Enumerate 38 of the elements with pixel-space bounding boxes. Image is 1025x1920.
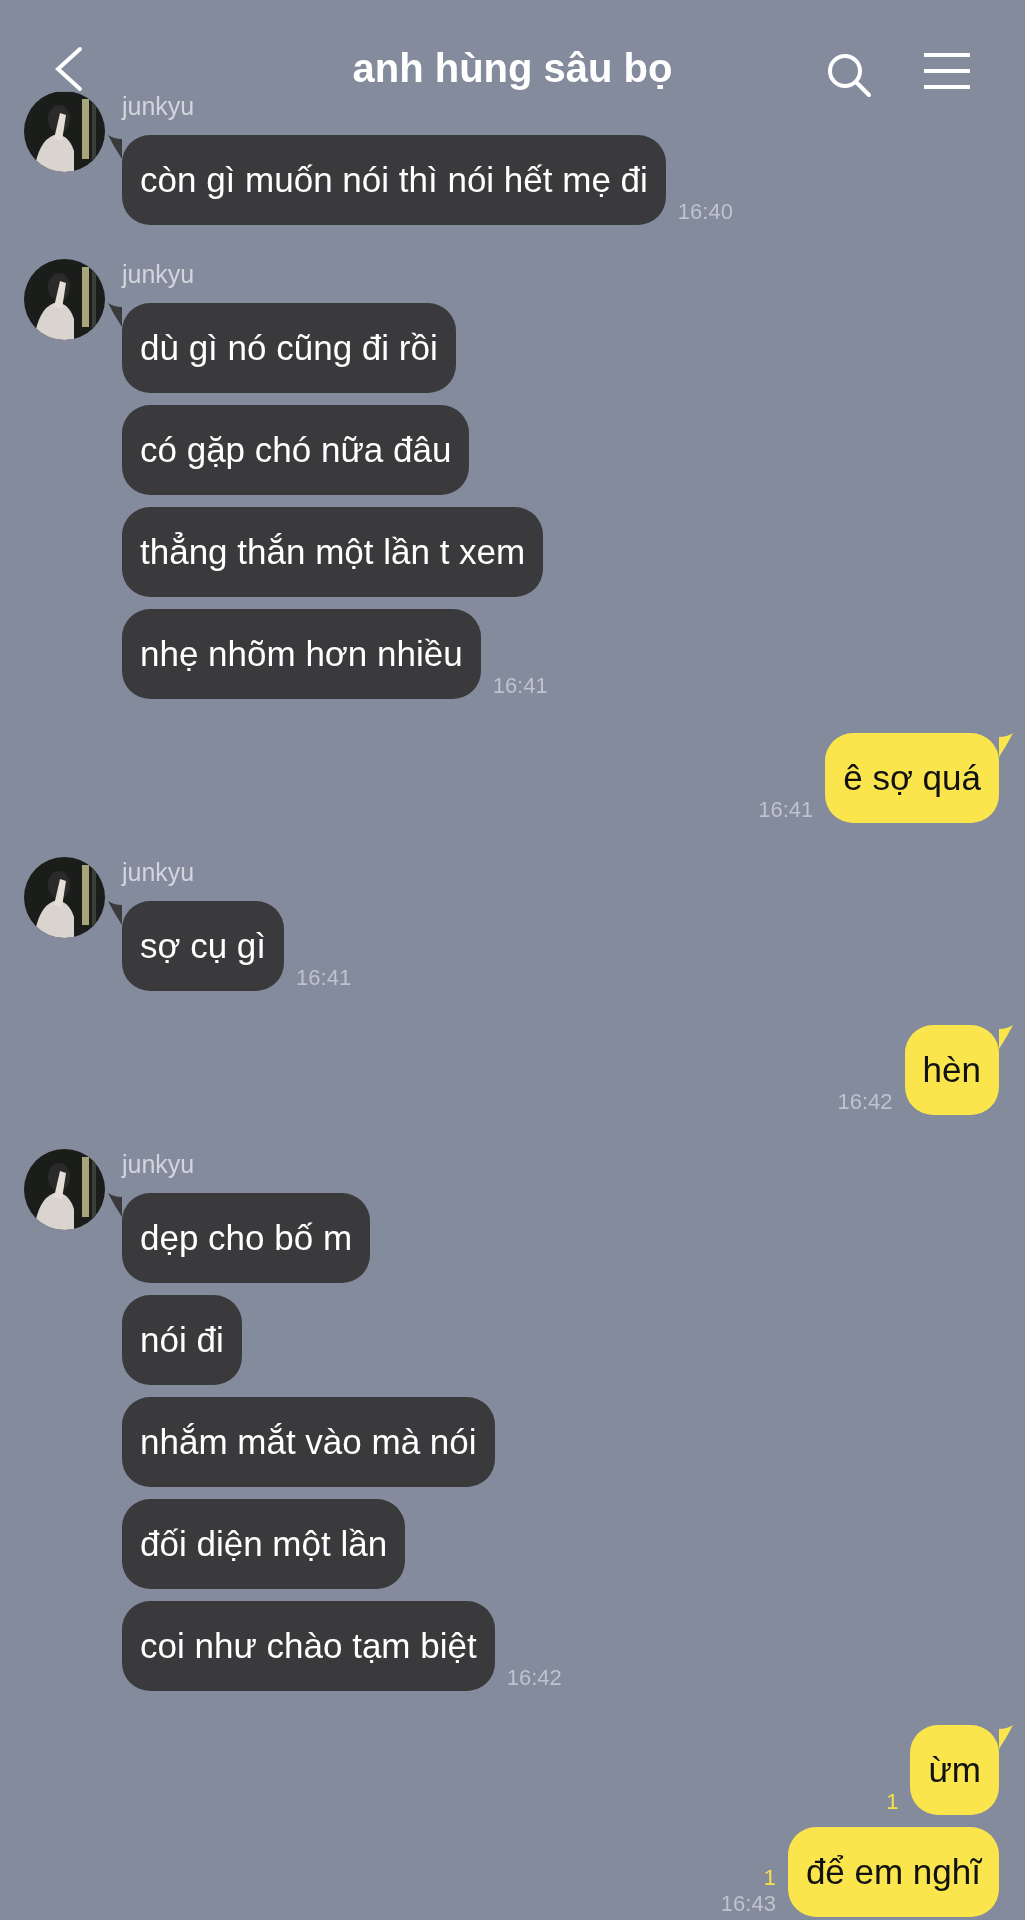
message-bubble: dẹp cho bố m <box>122 1193 371 1283</box>
message-bubble: ê sợ quá <box>825 733 999 823</box>
message-bubble: còn gì muốn nói thì nói hết mẹ đi <box>122 135 666 225</box>
sender-name: junkyu <box>122 261 196 287</box>
sender-name: junkyu <box>122 859 196 885</box>
menu-icon[interactable] <box>922 52 972 90</box>
message-bubble: đối diện một lần <box>122 1499 406 1589</box>
bubble-tail <box>999 1725 1013 1749</box>
message-bubble: ừm <box>910 1725 999 1815</box>
message-bubble: nhắm mắt vào mà nói <box>122 1397 495 1487</box>
message-bubble: hèn <box>904 1025 999 1115</box>
message-time: 16:41 <box>758 797 814 823</box>
bubble-tail <box>999 1025 1013 1049</box>
message-bubble: sợ cụ gì <box>122 901 285 991</box>
bubble-tail <box>108 135 122 159</box>
message-bubble: nói đi <box>122 1295 242 1385</box>
message-time: 16:41 <box>296 965 352 991</box>
bubble-tail <box>108 303 122 327</box>
message-bubble: dù gì nó cũng đi rồi <box>122 303 456 393</box>
message-bubble: có gặp chó nữa đâu <box>122 405 470 495</box>
message-bubble: thẳng thắn một lần t xem <box>122 507 544 597</box>
bubble-tail <box>108 901 122 925</box>
chat-title: anh hùng sâu bọ <box>351 45 674 92</box>
bubble-tail <box>999 733 1013 757</box>
sender-name: junkyu <box>122 93 196 119</box>
unread-count: 1 <box>763 1865 776 1891</box>
message-bubble: để em nghĩ <box>787 1827 999 1917</box>
message-bubble: nhẹ nhõm hơn nhiều <box>122 609 481 699</box>
search-icon[interactable] <box>826 52 872 98</box>
bubble-tail <box>108 1193 122 1217</box>
sender-name: junkyu <box>122 1151 196 1177</box>
message-time: 16:42 <box>506 1665 562 1691</box>
message-time: 16:40 <box>677 199 733 225</box>
message-time: 16:41 <box>492 673 548 699</box>
unread-count: 1 <box>886 1789 899 1815</box>
message-bubble: coi như chào tạm biệt <box>122 1601 495 1691</box>
message-time: 16:42 <box>837 1089 893 1115</box>
message-time: 16:43 <box>720 1891 776 1917</box>
